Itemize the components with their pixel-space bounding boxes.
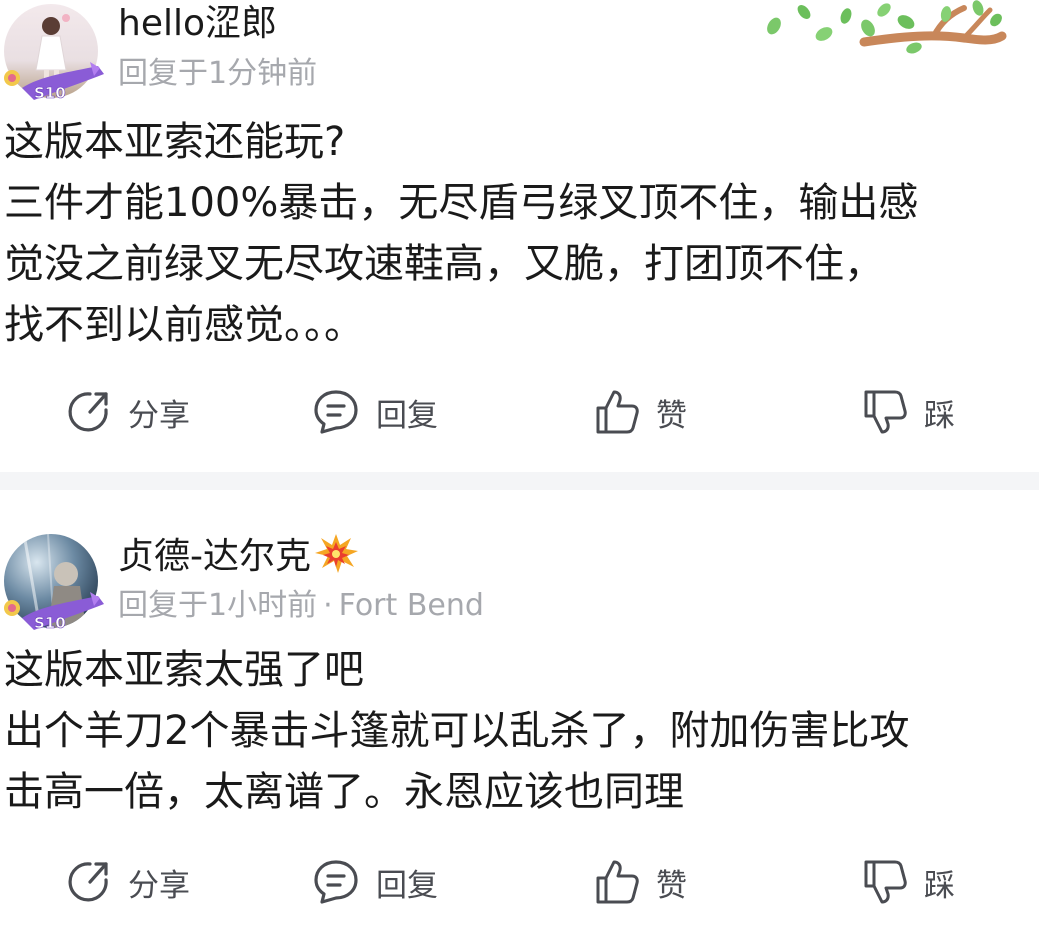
divider [0,472,1039,490]
comment-icon [314,860,358,904]
meta-separator: · [323,588,333,623]
reply-location: Fort Bend [338,588,484,623]
dislike-button[interactable]: 踩 [862,382,955,442]
username[interactable]: hello涩郎 [118,2,277,46]
reply-button[interactable]: 回复 [312,852,438,912]
comment-line: 击高一倍，太离谱了。永恩应该也同理 [4,769,684,815]
action-bar: 分享 回复 赞 踩 [0,382,1039,442]
avatar[interactable]: S10 [4,534,104,632]
share-icon [68,392,108,432]
avatar[interactable]: S10 [4,4,104,102]
svg-text:S10: S10 [34,614,66,632]
like-label: 赞 [656,397,687,434]
username[interactable]: 贞德-达尔克 [118,532,359,579]
reply-time: 回复于1分钟前 [118,56,318,91]
comment-icon [314,390,358,434]
dislike-button[interactable]: 踩 [862,852,955,912]
comment-text: 这版本亚索太强了吧 出个羊刀2个暴击斗篷就可以乱杀了，附加伤害比攻 击高一倍，太… [4,640,1034,823]
comment-line: 这版本亚索还能玩? [4,119,346,165]
dislike-label: 踩 [924,397,955,434]
season-badge: S10 [4,592,104,632]
comment-line: 这版本亚索太强了吧 [4,647,364,693]
share-button[interactable]: 分享 [64,852,190,912]
season-badge: S10 [4,62,104,102]
thumbs-up-icon [596,390,639,434]
dislike-label: 踩 [924,867,955,904]
collision-emoji-icon [315,534,358,573]
like-button[interactable]: 赞 [594,382,687,442]
like-label: 赞 [656,867,687,904]
share-label: 分享 [128,867,190,904]
thumbs-down-icon [864,860,907,904]
comment-line: 觉没之前绿叉无尽攻速鞋高，又脆，打团顶不住， [4,241,884,287]
share-button[interactable]: 分享 [64,382,190,442]
reply-timestamp: 回复于1小时前 · Fort Bend [118,588,484,624]
reply-timestamp: 回复于1分钟前 [118,56,317,92]
reply-button[interactable]: 回复 [312,382,438,442]
comment-feed: S10 hello涩郎 回复于1分钟前 这版本亚索还能玩? 三件才能100%暴击… [0,0,1039,937]
comment-item: S10 贞德-达尔克 回复于1小时前 · Fort Bend 这版本亚索太强了吧 出… [0,490,1039,937]
thumbs-up-icon [596,860,639,904]
share-icon [68,862,108,902]
thumbs-down-icon [864,390,907,434]
reply-time: 回复于1小时前 [118,588,318,623]
reply-label: 回复 [376,867,438,904]
like-button[interactable]: 赞 [594,852,687,912]
comment-line: 三件才能100%暴击，无尽盾弓绿叉顶不住，输出感 [4,180,919,226]
reply-label: 回复 [376,397,438,434]
share-label: 分享 [128,397,190,434]
comment-text: 这版本亚索还能玩? 三件才能100%暴击，无尽盾弓绿叉顶不住，输出感 觉没之前绿… [4,112,1034,356]
svg-text:S10: S10 [34,84,66,102]
action-bar: 分享 回复 赞 踩 [0,852,1039,912]
comment-line: 找不到以前感觉。。。 [4,302,364,348]
username-text: 贞德-达尔克 [118,536,311,577]
comment-item: S10 hello涩郎 回复于1分钟前 这版本亚索还能玩? 三件才能100%暴击… [0,0,1039,470]
comment-line: 出个羊刀2个暴击斗篷就可以乱杀了，附加伤害比攻 [4,708,910,754]
